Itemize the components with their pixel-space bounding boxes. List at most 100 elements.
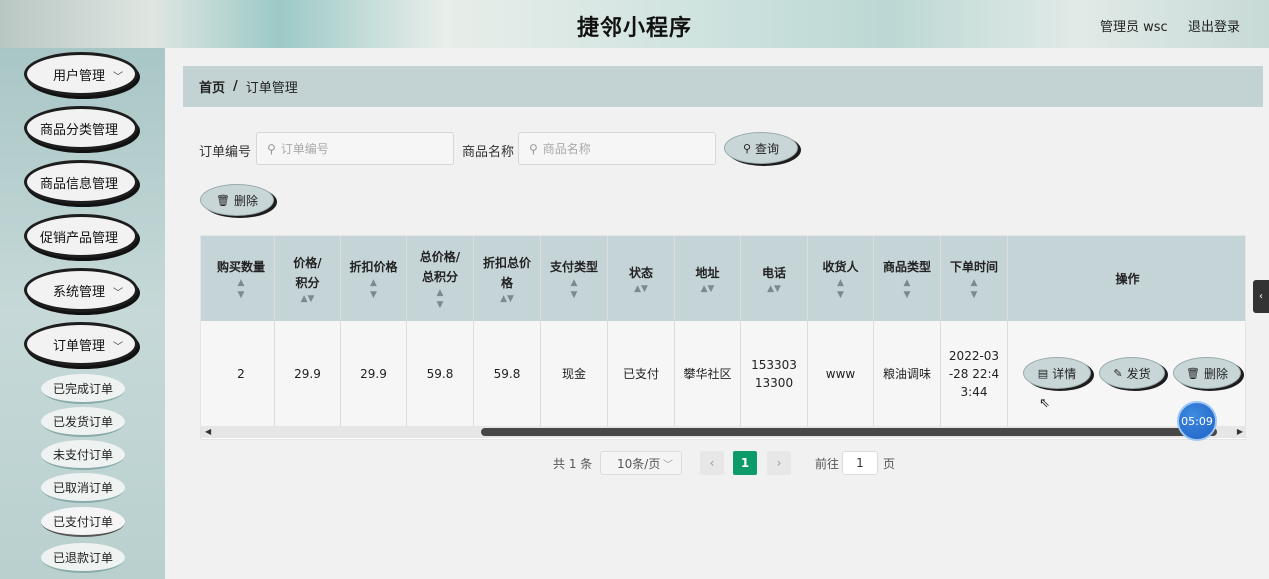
col-header-discount-total[interactable]: 折扣总价格 ▲▼ <box>474 236 541 321</box>
product-name-label: 商品名称 <box>462 145 515 160</box>
sidebar-subitem-paid[interactable]: 已支付订单 <box>41 507 125 537</box>
chevron-down-icon: ﹀ <box>113 72 123 83</box>
cell-qty: 2 <box>208 321 275 426</box>
ship-button[interactable]: ✎ 发货 <box>1099 357 1165 389</box>
sidebar-item-categories[interactable]: 商品分类管理 <box>24 106 138 150</box>
sidebar-subitem-refunded[interactable]: 已退款订单 <box>41 543 125 573</box>
header-label: 折扣总价格 <box>483 255 532 290</box>
col-header-actions: 操作 <box>1008 236 1245 321</box>
page-size-value: 10条/页 <box>617 456 661 471</box>
prev-page-button[interactable]: ‹ <box>700 451 724 475</box>
sort-icon[interactable]: ▲▼ <box>301 293 315 305</box>
col-header-price[interactable]: 价格/积分 ▲▼ <box>275 236 341 321</box>
col-header-qty[interactable]: 购买数量 ▲ ▼ <box>208 236 275 321</box>
detail-label: 详情 <box>1052 366 1077 381</box>
col-header-category[interactable]: 商品类型 ▲ ▼ <box>874 236 941 321</box>
breadcrumb-home[interactable]: 首页 <box>199 77 225 96</box>
sort-icon[interactable]: ▲▼ <box>904 277 911 301</box>
bulk-delete-label: 删除 <box>233 193 258 208</box>
search-icon: ⚲ <box>742 141 752 155</box>
header-label: 总价格/总积分 <box>419 249 461 284</box>
goto-label: 前往 <box>815 456 840 471</box>
page-size-select[interactable]: 10条/页 ﹀ <box>600 451 682 475</box>
order-no-placeholder: 订单编号 <box>280 142 329 156</box>
sort-icon[interactable]: ▲▼ <box>767 283 781 295</box>
horizontal-scrollbar[interactable]: ◀ ▶ <box>201 426 1245 438</box>
detail-button[interactable]: ▤ 详情 <box>1023 357 1091 389</box>
document-icon: ▤ <box>1037 366 1049 380</box>
col-header-total[interactable]: 总价格/总积分 ▲ ▼ <box>407 236 474 321</box>
cell-receiver: www <box>808 321 874 426</box>
mouse-cursor-icon: ⇖ <box>1039 396 1050 411</box>
sort-icon[interactable]: ▲▼ <box>837 277 844 301</box>
trash-icon: 🗑 <box>1186 366 1200 380</box>
col-header-pay-type[interactable]: 支付类型 ▲ ▼ <box>541 236 608 321</box>
sort-icon[interactable]: ▲▼ <box>500 293 514 305</box>
header-label: 地址 <box>695 265 720 280</box>
chevron-right-icon: › <box>776 456 782 470</box>
logout-link[interactable]: 退出登录 <box>1188 16 1240 35</box>
col-header-status[interactable]: 状态 ▲▼ <box>608 236 675 321</box>
collapse-panel-button[interactable]: ‹ <box>1253 280 1269 313</box>
header-label: 状态 <box>628 265 653 280</box>
row-delete-button[interactable]: 🗑 删除 <box>1173 357 1241 389</box>
chevron-left-icon: ‹ <box>1259 291 1263 302</box>
sidebar-subitem-unpaid[interactable]: 未支付订单 <box>41 440 125 470</box>
sidebar-subitem-cancelled[interactable]: 已取消订单 <box>41 473 125 503</box>
page-number-current[interactable]: 1 <box>733 451 757 475</box>
cell-total: 59.8 <box>407 321 474 426</box>
cell-discount-total: 59.8 <box>474 321 541 426</box>
search-icon: ⚲ <box>267 141 276 156</box>
scroll-left-icon[interactable]: ◀ <box>205 426 211 438</box>
sidebar-item-label: 系统管理 <box>52 284 105 300</box>
col-header-discount[interactable]: 折扣价格 ▲ ▼ <box>341 236 407 321</box>
chevron-left-icon: ‹ <box>709 456 715 470</box>
sidebar-item-promotions[interactable]: 促销产品管理 <box>24 214 138 258</box>
sidebar-item-system[interactable]: 系统管理 ﹀ <box>24 268 138 312</box>
cell-phone: 15330313300 <box>741 321 808 426</box>
chevron-down-icon: ﹀ <box>113 288 123 299</box>
header-label: 电话 <box>761 265 786 280</box>
sort-icon[interactable]: ▲▼ <box>571 277 578 301</box>
cell-status: 已支付 <box>608 321 675 426</box>
sidebar-item-label: 商品信息管理 <box>39 176 118 192</box>
product-name-input[interactable]: ⚲ 商品名称 <box>518 132 716 165</box>
col-header-phone[interactable]: 电话 ▲▼ <box>741 236 808 321</box>
bulk-delete-button[interactable]: 🗑 删除 <box>200 184 274 216</box>
sidebar-subitem-shipped[interactable]: 已发货订单 <box>41 407 125 437</box>
sidebar-item-products[interactable]: 商品信息管理 <box>24 160 138 204</box>
sort-icon[interactable]: ▲▼ <box>238 277 245 301</box>
col-header-time[interactable]: 下单时间 ▲ ▼ <box>941 236 1008 321</box>
header-label: 下单时间 <box>949 259 998 274</box>
recording-timer[interactable]: 05:09 <box>1177 401 1217 441</box>
sort-icon[interactable]: ▲▼ <box>437 287 444 311</box>
goto-page-input[interactable]: 1 <box>842 451 878 475</box>
order-no-input[interactable]: ⚲ 订单编号 <box>256 132 454 165</box>
scrollbar-thumb[interactable] <box>481 428 1217 436</box>
product-name-placeholder: 商品名称 <box>542 142 591 156</box>
next-page-button[interactable]: › <box>767 451 791 475</box>
sidebar-item-users[interactable]: 用户管理 ﹀ <box>24 52 138 96</box>
sort-icon[interactable]: ▲▼ <box>971 277 978 301</box>
sort-icon[interactable]: ▲▼ <box>634 283 648 295</box>
sidebar-item-orders[interactable]: 订单管理 ﹀ <box>24 322 138 366</box>
cell-time: 2022-03-28 22:43:44 <box>941 321 1008 426</box>
search-icon: ⚲ <box>529 141 538 156</box>
header-label: 折扣价格 <box>349 259 398 274</box>
pagination-total: 共 1 条 <box>553 456 593 471</box>
sidebar-subitem-completed[interactable]: 已完成订单 <box>41 374 125 404</box>
header-label: 商品类型 <box>882 259 931 274</box>
admin-name: 管理员 wsc <box>1100 20 1168 35</box>
sort-icon[interactable]: ▲▼ <box>370 277 377 301</box>
cell-discount: 29.9 <box>341 321 407 426</box>
trash-icon: 🗑 <box>216 193 230 207</box>
query-button[interactable]: ⚲ 查询 <box>724 132 798 164</box>
col-header-receiver[interactable]: 收货人 ▲ ▼ <box>808 236 874 321</box>
sort-icon[interactable]: ▲▼ <box>701 283 715 295</box>
order-no-label: 订单编号 <box>199 145 252 160</box>
col-header-address[interactable]: 地址 ▲▼ <box>675 236 741 321</box>
sidebar-item-label: 商品分类管理 <box>39 122 118 138</box>
chevron-down-icon: ﹀ <box>113 342 123 353</box>
breadcrumb-current: 订单管理 <box>245 81 298 96</box>
scroll-right-icon[interactable]: ▶ <box>1237 426 1243 438</box>
